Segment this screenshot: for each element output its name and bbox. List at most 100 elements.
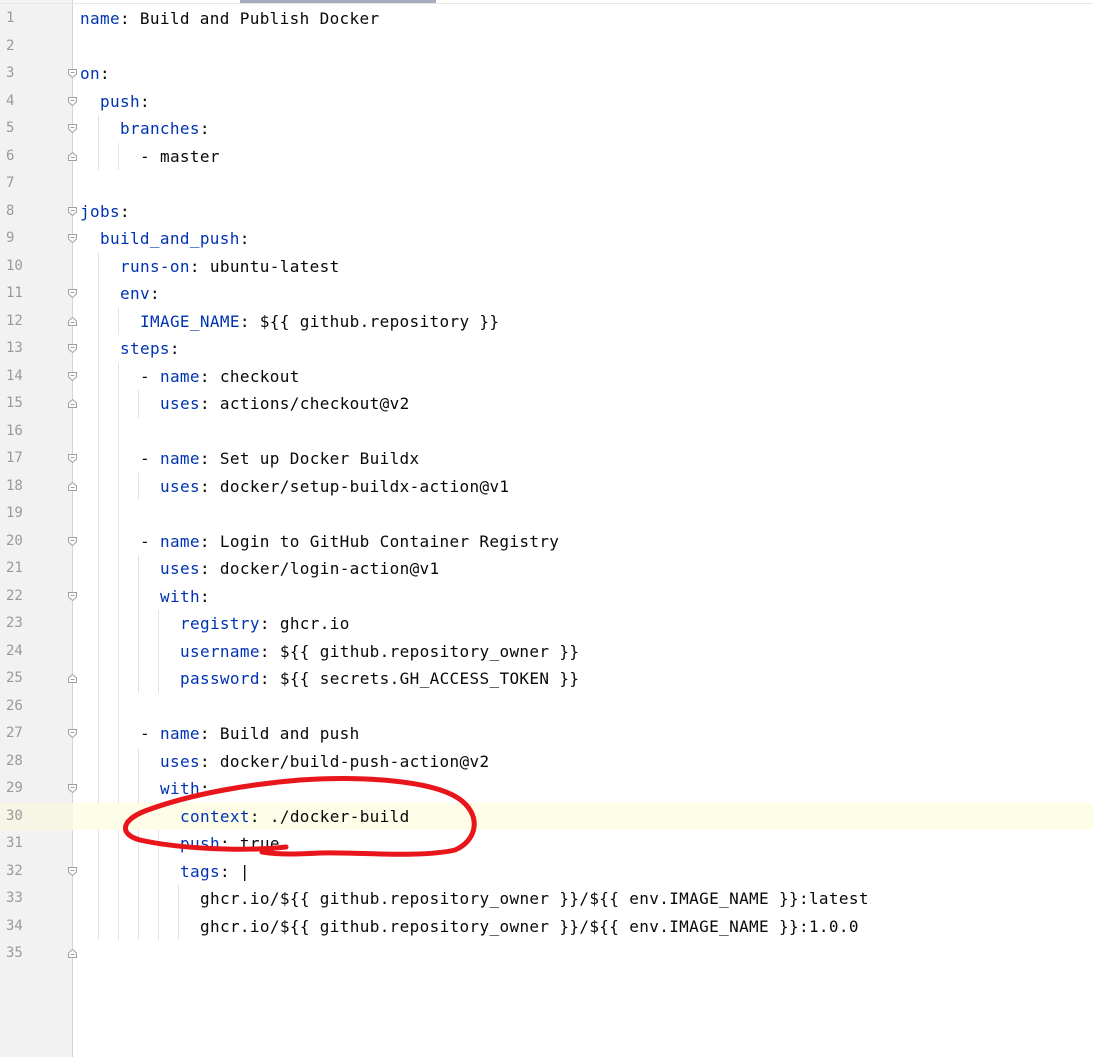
code-line[interactable]: 15 uses: actions/checkout@v2: [0, 390, 1093, 418]
code-line[interactable]: 25 password: ${{ secrets.GH_ACCESS_TOKEN …: [0, 665, 1093, 693]
code-line[interactable]: 2: [0, 33, 1093, 61]
fold-open-icon[interactable]: [67, 591, 78, 602]
fold-open-icon[interactable]: [67, 96, 78, 107]
fold-open-icon[interactable]: [67, 866, 78, 877]
yaml-value: : true: [219, 834, 280, 853]
line-number-cell: 24: [0, 638, 73, 666]
fold-open-icon[interactable]: [67, 371, 78, 382]
code-line[interactable]: 14 - name: checkout: [0, 363, 1093, 391]
code-line[interactable]: 13 steps:: [0, 335, 1093, 363]
line-number: 16: [6, 422, 23, 439]
code-line[interactable]: 30 context: ./docker-build: [0, 802, 1093, 830]
code-line[interactable]: 9 build_and_push:: [0, 225, 1093, 253]
fold-open-icon[interactable]: [67, 343, 78, 354]
yaml-key: name: [159, 724, 200, 743]
yaml-key: with: [160, 586, 200, 606]
fold-open-icon[interactable]: [67, 728, 78, 739]
code-text: - master: [140, 143, 220, 171]
code-line[interactable]: 24 username: ${{ github.repository_owner …: [0, 638, 1093, 666]
yaml-value: : docker/setup-buildx-action@v1: [199, 476, 510, 496]
editor-top-border: [0, 3, 1093, 4]
code-line[interactable]: 18 uses: docker/setup-buildx-action@v1: [0, 473, 1093, 501]
fold-close-icon[interactable]: [67, 151, 78, 162]
line-number-cell: 1: [0, 5, 73, 33]
code-line[interactable]: 20 - name: Login to GitHub Container Regi…: [0, 528, 1093, 556]
code-line[interactable]: 7: [0, 170, 1093, 198]
line-number: 19: [6, 505, 23, 521]
line-number-cell: 5: [0, 115, 77, 143]
yaml-value: : ${{ secrets.GH_ACCESS_TOKEN }}: [259, 669, 580, 688]
code-line[interactable]: 32 tags: |: [0, 858, 1093, 886]
code-text: - name: Build and push: [140, 720, 360, 748]
line-number-cell: 22: [0, 583, 77, 611]
code-line[interactable]: 5 branches:: [0, 115, 1093, 143]
code-line[interactable]: 33 ghcr.io/${{ github.repository_owner }}…: [0, 885, 1093, 913]
yaml-value: : Set up Docker Buildx: [199, 449, 420, 468]
code-line[interactable]: 35: [0, 940, 1093, 968]
code-line[interactable]: 3 on:: [0, 60, 1093, 88]
code-line[interactable]: 6 - master: [0, 143, 1093, 171]
fold-close-icon[interactable]: [67, 481, 78, 492]
code-line[interactable]: 28 uses: docker/build-push-action@v2: [0, 748, 1093, 776]
code-line[interactable]: 21 uses: docker/login-action@v1: [0, 555, 1093, 583]
fold-open-icon[interactable]: [67, 783, 78, 794]
code-line[interactable]: 10 runs-on: ubuntu-latest: [0, 253, 1093, 281]
yaml-key: name: [159, 449, 200, 468]
code-line[interactable]: 29 with:: [0, 775, 1093, 803]
code-line[interactable]: 19: [0, 500, 1093, 528]
yaml-key: build_and_push: [100, 229, 240, 248]
code-line[interactable]: 22 with:: [0, 583, 1093, 611]
line-number: 28: [6, 752, 23, 769]
code-line[interactable]: 31 push: true: [0, 830, 1093, 858]
yaml-value: :: [169, 339, 180, 358]
code-text: uses: docker/login-action@v1: [160, 555, 440, 583]
line-number-cell: 30: [0, 802, 73, 830]
line-number-cell: 6: [0, 143, 77, 171]
code-text: ghcr.io/${{ github.repository_owner }}/$…: [200, 885, 869, 913]
line-number: 26: [6, 697, 23, 714]
yaml-key: registry: [180, 614, 260, 633]
line-number-cell: 2: [0, 33, 73, 61]
line-number: 2: [6, 37, 15, 54]
code-line[interactable]: 27 - name: Build and push: [0, 720, 1093, 748]
yaml-value: : ghcr.io: [259, 614, 350, 633]
yaml-value: : Build and push: [199, 724, 360, 743]
code-text: on:: [80, 60, 110, 88]
code-text: push: true: [180, 830, 280, 858]
code-line[interactable]: 8 jobs:: [0, 198, 1093, 226]
code-line[interactable]: 34 ghcr.io/${{ github.repository_owner }}…: [0, 913, 1093, 941]
fold-close-icon[interactable]: [67, 398, 78, 409]
fold-open-icon[interactable]: [67, 453, 78, 464]
code-text: uses: docker/setup-buildx-action@v1: [160, 473, 509, 501]
code-line[interactable]: 4 push:: [0, 88, 1093, 116]
fold-close-icon[interactable]: [67, 948, 78, 959]
fold-open-icon[interactable]: [67, 536, 78, 547]
fold-open-icon[interactable]: [67, 68, 78, 79]
code-line[interactable]: 23 registry: ghcr.io: [0, 610, 1093, 638]
line-number: 12: [6, 312, 23, 329]
code-text: push:: [100, 88, 150, 116]
line-number: 32: [6, 862, 23, 879]
code-text: jobs:: [80, 198, 130, 226]
line-number-cell: 8: [0, 198, 77, 226]
fold-close-icon[interactable]: [67, 316, 78, 327]
code-line[interactable]: 26: [0, 693, 1093, 721]
line-number: 20: [6, 532, 23, 549]
yaml-value: :: [199, 779, 210, 798]
code-line[interactable]: 17 - name: Set up Docker Buildx: [0, 445, 1093, 473]
fold-open-icon[interactable]: [67, 288, 78, 299]
yaml-value: ghcr.io/${{ github.repository_owner }}/$…: [200, 916, 859, 936]
fold-open-icon[interactable]: [67, 206, 78, 217]
line-number: 3: [6, 65, 15, 81]
code-line[interactable]: 1 name: Build and Publish Docker: [0, 5, 1093, 33]
fold-open-icon[interactable]: [67, 123, 78, 134]
fold-close-icon[interactable]: [67, 673, 78, 684]
code-line[interactable]: 11 env:: [0, 280, 1093, 308]
code-editor[interactable]: 1 name: Build and Publish Docker 2 3 on: 4 pus…: [0, 0, 1093, 1057]
line-number: 18: [6, 477, 23, 494]
code-line[interactable]: 12 IMAGE_NAME: ${{ github.repository }}: [0, 308, 1093, 336]
yaml-value: :: [119, 201, 130, 221]
code-line[interactable]: 16: [0, 418, 1093, 446]
fold-open-icon[interactable]: [67, 233, 78, 244]
yaml-key: runs-on: [120, 256, 190, 276]
